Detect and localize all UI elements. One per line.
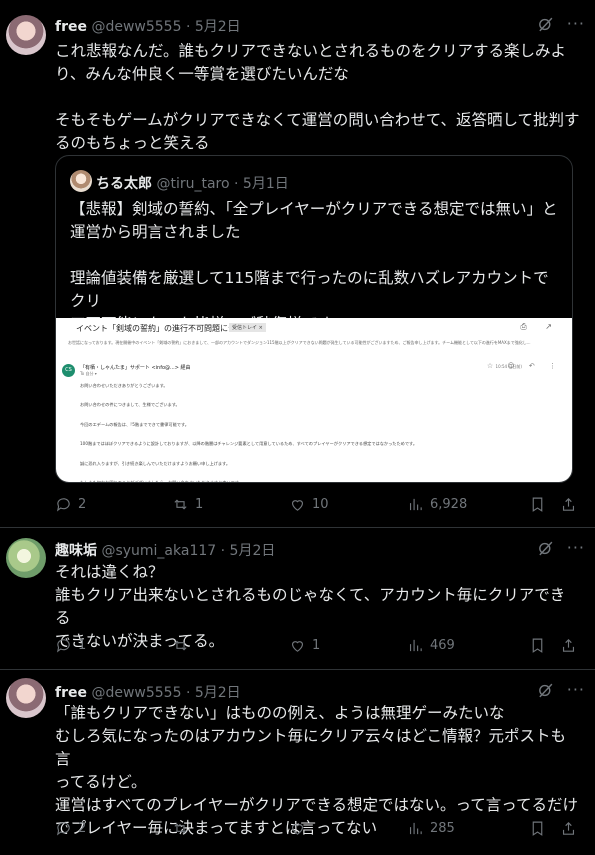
post-text: これ悲報なんだ。誰もクリアできないとされるものをクリアする楽しみよ り、みんな仲… — [55, 42, 580, 152]
quote-date: 5月1日 — [242, 176, 289, 192]
post-header: 趣味垢 @syumi_aka117 · 5月2日 — [55, 540, 275, 560]
avatar — [70, 170, 92, 192]
repost-icon — [174, 823, 187, 834]
author-handle[interactable]: @deww5555 — [91, 19, 181, 35]
share-icon[interactable] — [560, 637, 577, 654]
like-button[interactable] — [289, 820, 312, 837]
more-icon[interactable]: ··· — [567, 680, 585, 699]
separator: · — [185, 685, 191, 701]
mail-info: お世話になっております。現在開催中のイベント「剣域の誓約」におきまして、一部のア… — [68, 340, 531, 345]
post-actions: 1 1 469 — [55, 637, 580, 657]
views-button[interactable]: 6,928 — [407, 496, 467, 513]
repost-button[interactable]: 1 — [172, 496, 203, 513]
mail-toolbar-icons: ⎙ ↗ — [520, 322, 560, 331]
reply-count: 2 — [78, 497, 87, 512]
bookmark-icon[interactable] — [529, 496, 546, 513]
more-icon[interactable]: ··· — [567, 14, 585, 33]
mail-to: To 自分 ▾ — [80, 371, 97, 376]
author-handle[interactable]: @syumi_aka117 — [101, 543, 216, 559]
views-count: 469 — [430, 638, 455, 653]
like-icon — [291, 500, 304, 511]
views-count: 285 — [430, 821, 455, 836]
bookmark-icon[interactable] — [529, 637, 546, 654]
views-button[interactable]: 285 — [407, 820, 455, 837]
quote-author-handle: @tiru_taro — [156, 176, 230, 192]
author-name[interactable]: 趣味垢 — [55, 543, 97, 559]
quote-author-name: ちる太郎 — [96, 176, 152, 192]
bookmark-icon[interactable] — [529, 820, 546, 837]
grok-icon[interactable] — [537, 16, 555, 34]
quote-header: ちる太郎 @tiru_taro · 5月1日 — [96, 173, 289, 193]
views-icon — [409, 822, 422, 835]
repost-count: 1 — [195, 497, 204, 512]
more-icon[interactable]: ··· — [567, 538, 585, 557]
mail-action-icons: ☆ ☺ ↶ ⋮ — [486, 362, 562, 370]
post-header: free @deww5555 · 5月2日 — [55, 682, 241, 702]
like-button[interactable]: 1 — [289, 637, 320, 654]
like-icon — [291, 641, 304, 652]
post-actions: 2 285 — [55, 820, 580, 840]
repost-button[interactable] — [172, 637, 195, 654]
repost-icon — [174, 640, 187, 651]
post-header: free @deww5555 · 5月2日 — [55, 16, 241, 36]
repost-button[interactable] — [172, 820, 195, 837]
avatar[interactable] — [6, 15, 46, 55]
quote-text: 【悲報】剣域の誓約、「全プレイヤーがクリアできる想定では無い」と 運営から明言さ… — [70, 200, 558, 333]
quoted-post[interactable]: ちる太郎 @tiru_taro · 5月1日 【悲報】剣域の誓約、「全プレイヤー… — [55, 155, 573, 483]
author-name[interactable]: free — [55, 685, 87, 701]
reply-count: 1 — [78, 638, 87, 653]
separator: · — [234, 176, 239, 192]
author-handle[interactable]: @deww5555 — [91, 685, 181, 701]
grok-icon[interactable] — [537, 540, 555, 558]
share-icon[interactable] — [560, 496, 577, 513]
reply-count: 2 — [78, 821, 87, 836]
views-count: 6,928 — [430, 497, 468, 512]
views-icon — [409, 639, 422, 652]
repost-icon — [174, 499, 187, 510]
post-date[interactable]: 5月2日 — [195, 685, 241, 701]
like-icon — [291, 824, 304, 835]
quote-image[interactable]: イベント「剣域の誓約」の進行不可問題について 受信トレイ × ⎙ ↗ お世話にな… — [56, 318, 572, 482]
author-name[interactable]: free — [55, 19, 87, 35]
grok-icon[interactable] — [537, 682, 555, 700]
post[interactable]: free @deww5555 · 5月2日 ··· これ悲報なんだ。誰もクリアで… — [0, 0, 595, 525]
reply-icon — [56, 822, 70, 836]
reply-button[interactable]: 1 — [55, 637, 86, 654]
mail-subject: イベント「剣域の誓約」の進行不可問題について — [76, 324, 252, 333]
reply-button[interactable]: 2 — [55, 496, 86, 513]
separator: · — [185, 19, 191, 35]
avatar[interactable] — [6, 538, 46, 578]
like-count: 10 — [312, 497, 329, 512]
post-date[interactable]: 5月2日 — [195, 19, 241, 35]
mail-tag: 受信トレイ × — [229, 323, 266, 332]
reply-icon — [56, 639, 70, 653]
reply-button[interactable]: 2 — [55, 820, 86, 837]
avatar[interactable] — [6, 678, 46, 718]
mail-from: 「有栖・しゃんたま」サポート <info@...> 経由 — [80, 365, 191, 371]
mail-body: お問い合わせいただきありがとうございます。 お問い合わせの件につきまして、生様で… — [80, 383, 418, 483]
reply-icon — [56, 498, 70, 512]
views-icon — [409, 498, 422, 511]
post-date[interactable]: 5月2日 — [230, 543, 276, 559]
like-button[interactable]: 10 — [289, 496, 329, 513]
post[interactable]: free @deww5555 · 5月2日 ··· 「誰もクリアできない」はもの… — [0, 670, 595, 855]
views-button[interactable]: 469 — [407, 637, 455, 654]
like-count: 1 — [312, 638, 321, 653]
post-actions: 2 1 10 6,928 — [55, 496, 580, 516]
separator: · — [220, 543, 226, 559]
share-icon[interactable] — [560, 820, 577, 837]
post[interactable]: 趣味垢 @syumi_aka117 · 5月2日 ··· それは違くね？ 誰もク… — [0, 528, 595, 668]
mail-sender-avatar: CS — [62, 364, 75, 377]
